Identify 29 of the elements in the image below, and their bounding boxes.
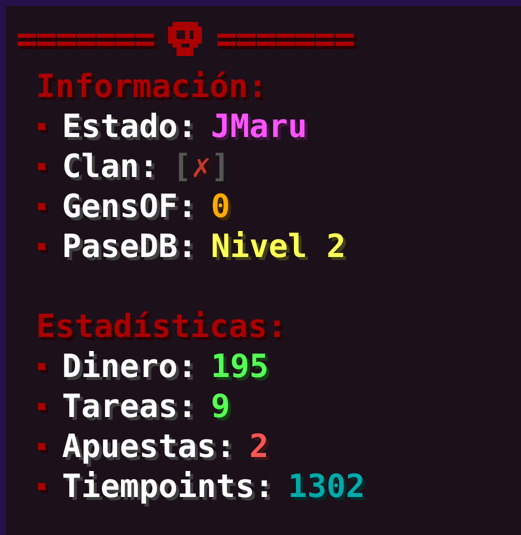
bullet-icon [38, 202, 45, 210]
stat-label: Apuestas: [62, 426, 236, 466]
bullet-icon [38, 442, 45, 450]
bullet-icon [38, 122, 45, 130]
divider-rule: ======= [16, 18, 154, 60]
stat-label: PaseDB: [62, 226, 197, 266]
stat-value: 9 [210, 386, 230, 426]
stat-value: 2 [249, 426, 269, 466]
bullet-icon [38, 362, 45, 370]
stat-value: JMaru [210, 106, 308, 146]
stat-label: Tareas: [62, 386, 197, 426]
stat-value: 0 [210, 186, 230, 226]
bullet-icon [38, 242, 45, 250]
stat-value: 195 [210, 346, 269, 386]
bullet-icon [38, 482, 45, 490]
stat-label: GensOF: [62, 186, 197, 226]
skull-icon [168, 22, 202, 56]
section-title: Estadísticas: [35, 306, 288, 346]
bullet-icon [38, 402, 45, 410]
stat-value: Nivel 2 [210, 226, 346, 266]
stat-value: [✗] [172, 146, 230, 186]
stat-label: Clan: [62, 146, 158, 186]
stat-label: Estado: [62, 106, 197, 146]
bullet-icon [38, 162, 45, 170]
stat-label: Dinero: [62, 346, 197, 386]
stat-value: 1302 [288, 466, 365, 506]
stat-label: Tiempoints: [62, 466, 274, 506]
divider-rule: ======= [216, 18, 354, 60]
section-title: Información: [35, 66, 268, 106]
